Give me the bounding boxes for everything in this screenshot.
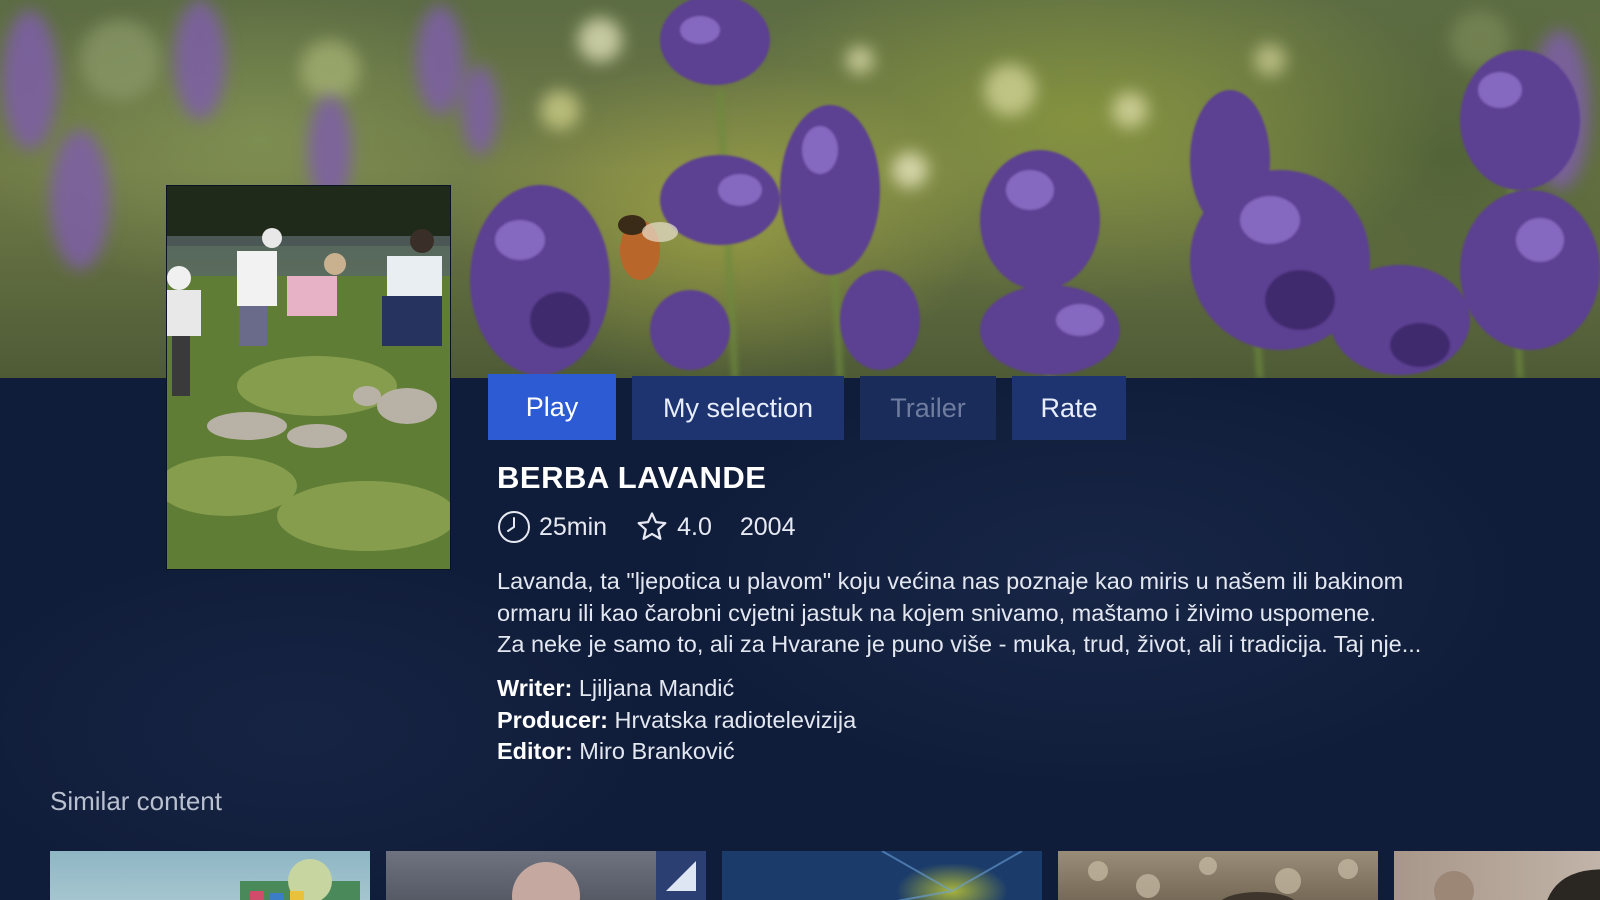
- rate-button[interactable]: Rate: [1012, 376, 1126, 440]
- editor-label: Editor:: [497, 738, 573, 764]
- program-description: Lavanda, ta "ljepotica u plavom" koju ve…: [497, 566, 1527, 661]
- similar-thumb[interactable]: [1058, 851, 1378, 900]
- producer-credit: Producer: Hrvatska radiotelevizija: [497, 705, 856, 737]
- description-line: Za neke je samo to, ali za Hvarane je pu…: [497, 631, 1422, 657]
- poster-image: [166, 185, 451, 570]
- action-button-row: Play My selection Trailer Rate: [488, 374, 1126, 440]
- program-meta: 25min 4.0 2004: [497, 510, 823, 544]
- rating: 4.0: [635, 510, 712, 544]
- my-selection-button[interactable]: My selection: [632, 376, 844, 440]
- description-line: ormaru ili kao čarobni cvjetni jastuk na…: [497, 599, 1376, 626]
- producer-name: Hrvatska radiotelevizija: [614, 706, 857, 733]
- similar-thumb[interactable]: [1394, 851, 1600, 900]
- program-title: BERBA LAVANDE: [497, 460, 767, 495]
- similar-thumb[interactable]: [50, 851, 370, 900]
- play-button[interactable]: Play: [488, 374, 616, 440]
- similar-content-row: [50, 851, 1600, 900]
- editor-credit: Editor: Miro Branković: [497, 736, 856, 768]
- year: 2004: [740, 513, 796, 542]
- similar-thumb[interactable]: [386, 851, 706, 900]
- rating-value: 4.0: [677, 512, 712, 541]
- clock-icon: [498, 511, 530, 543]
- year-value: 2004: [739, 512, 796, 541]
- duration: 25min: [497, 510, 607, 544]
- trailer-button[interactable]: Trailer: [860, 376, 996, 440]
- content-detail-screen: Play My selection Trailer Rate BERBA LAV…: [0, 0, 1600, 900]
- program-credits: Writer: Ljiljana Mandić Producer: Hrvats…: [497, 673, 856, 768]
- producer-label: Producer:: [497, 706, 608, 733]
- writer-label: Writer:: [497, 675, 573, 701]
- editor-name: Miro Branković: [579, 738, 735, 764]
- similar-thumb[interactable]: [722, 851, 1042, 900]
- duration-text: 25min: [539, 512, 608, 541]
- bee-graphic: [618, 215, 678, 280]
- similar-content-heading: Similar content: [50, 786, 222, 816]
- writer-credit: Writer: Ljiljana Mandić: [497, 673, 856, 705]
- description-line: Lavanda, ta "ljepotica u plavom" koju ve…: [497, 568, 1404, 594]
- writer-name: Ljiljana Mandić: [578, 675, 735, 701]
- star-outline-icon: [637, 512, 667, 540]
